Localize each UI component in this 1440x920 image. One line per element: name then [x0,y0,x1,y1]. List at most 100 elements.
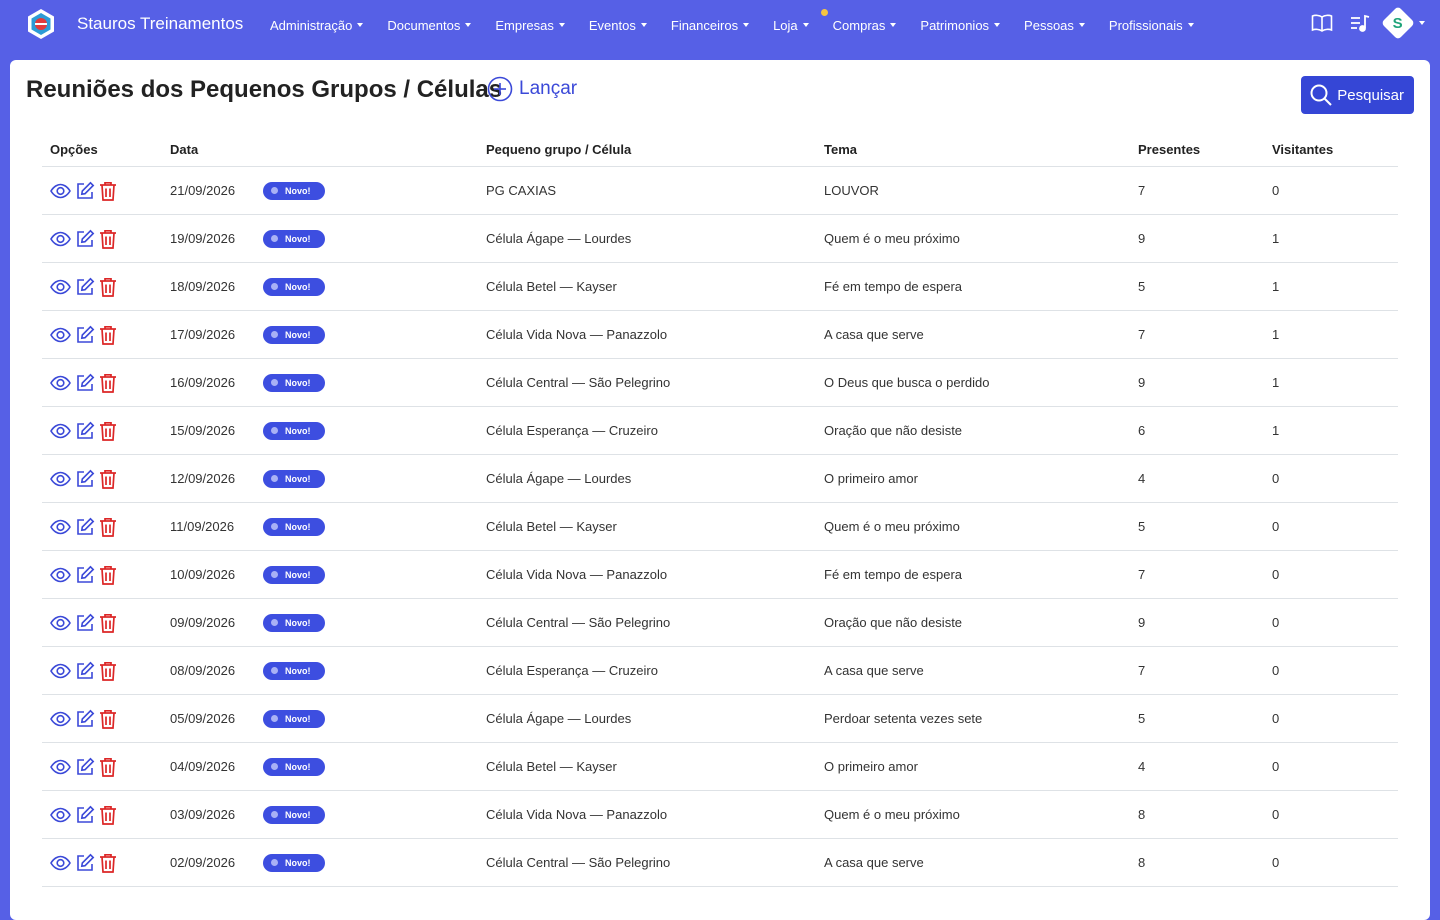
nav-item-empresas[interactable]: Empresas [495,18,565,33]
table-row: 08/09/2026 Novo! Célula Esperança — Cruz… [42,646,1398,695]
trash-icon[interactable] [99,853,117,873]
edit-icon[interactable] [75,565,95,585]
nav-item-financeiros[interactable]: Financeiros [671,18,750,33]
edit-icon[interactable] [75,421,95,441]
edit-icon[interactable] [75,613,95,633]
eye-icon[interactable] [50,327,71,343]
brand-name[interactable]: Stauros Treinamentos [77,14,243,34]
edit-icon[interactable] [75,805,95,825]
eye-icon[interactable] [50,375,71,391]
eye-icon[interactable] [50,183,71,199]
header-theme[interactable]: Tema [816,132,1130,167]
trash-icon[interactable] [99,661,117,681]
nav-item-eventos[interactable]: Eventos [589,18,647,33]
nav-label: Pessoas [1024,17,1074,33]
edit-icon[interactable] [75,325,95,345]
new-badge: Novo! [263,613,325,632]
row-date-cell: 03/09/2026 Novo! [162,790,478,839]
eye-icon[interactable] [50,711,71,727]
row-present: 8 [1130,838,1264,887]
header-group[interactable]: Pequeno grupo / Célula [478,132,816,167]
nav-item-documentos[interactable]: Documentos [387,18,472,33]
trash-icon[interactable] [99,421,117,441]
row-visitors: 0 [1264,598,1398,647]
trash-icon[interactable] [99,757,117,777]
header-date[interactable]: Data [162,132,478,167]
row-theme: O Deus que busca o perdido [816,358,1130,407]
row-group: Célula Vida Nova — Panazzolo [478,790,816,839]
nav-item-administracao[interactable]: Administração [270,18,364,33]
eye-icon[interactable] [50,471,71,487]
edit-icon[interactable] [75,709,95,729]
edit-icon[interactable] [75,757,95,777]
trash-icon[interactable] [99,325,117,345]
eye-icon[interactable] [50,663,71,679]
header-visitors[interactable]: Visitantes [1264,132,1398,167]
launch-button[interactable]: Lançar [487,76,577,102]
row-date: 08/09/2026 [170,663,236,678]
new-badge: Novo! [263,757,325,776]
new-badge: Novo! [263,181,325,200]
row-theme: Quem é o meu próximo [816,502,1130,551]
trash-icon[interactable] [99,613,117,633]
edit-icon[interactable] [75,277,95,297]
edit-icon[interactable] [75,229,95,249]
table-row: 09/09/2026 Novo! Célula Central — São Pe… [42,598,1398,647]
main-menu: Administração Documentos Empresas Evento… [270,0,1218,50]
search-button[interactable]: Pesquisar [1301,76,1414,114]
trash-icon[interactable] [99,469,117,489]
edit-icon[interactable] [75,661,95,681]
row-date: 19/09/2026 [170,231,236,246]
row-date: 21/09/2026 [170,183,236,198]
row-visitors: 0 [1264,838,1398,887]
eye-icon[interactable] [50,519,71,535]
eye-icon[interactable] [50,855,71,871]
row-date-cell: 21/09/2026 Novo! [162,166,478,215]
row-date: 03/09/2026 [170,807,236,822]
trash-icon[interactable] [99,517,117,537]
badge-dot [271,331,278,338]
row-date-cell: 15/09/2026 Novo! [162,406,478,455]
nav-item-compras[interactable]: Compras [820,8,897,33]
header-present[interactable]: Presentes [1130,132,1264,167]
row-group: Célula Central — São Pelegrino [478,598,816,647]
nav-item-patrimonios[interactable]: Patrimonios [920,18,1001,33]
trash-icon[interactable] [99,277,117,297]
brand-logo-icon[interactable] [25,8,57,40]
nav-item-profissionais[interactable]: Profissionais [1109,18,1194,33]
book-icon[interactable] [1309,10,1335,36]
edit-icon[interactable] [75,373,95,393]
row-theme: Fé em tempo de espera [816,262,1130,311]
eye-icon[interactable] [50,615,71,631]
nav-item-pessoas[interactable]: Pessoas [1024,18,1085,33]
row-theme: Oração que não desiste [816,598,1130,647]
row-group: Célula Central — São Pelegrino [478,358,816,407]
eye-icon[interactable] [50,231,71,247]
eye-icon[interactable] [50,807,71,823]
new-badge: Novo! [263,421,325,440]
nav-item-loja[interactable]: Loja [773,18,809,33]
row-date-cell: 12/09/2026 Novo! [162,454,478,503]
edit-icon[interactable] [75,853,95,873]
row-theme: A casa que serve [816,646,1130,695]
row-present: 9 [1130,358,1264,407]
row-theme: O primeiro amor [816,454,1130,503]
trash-icon[interactable] [99,565,117,585]
eye-icon[interactable] [50,423,71,439]
trash-icon[interactable] [99,709,117,729]
trash-icon[interactable] [99,181,117,201]
trash-icon[interactable] [99,229,117,249]
trash-icon[interactable] [99,373,117,393]
eye-icon[interactable] [50,759,71,775]
music-list-icon[interactable] [1347,10,1373,36]
edit-icon[interactable] [75,517,95,537]
eye-icon[interactable] [50,567,71,583]
caret-down-icon[interactable] [1419,21,1425,25]
row-options-cell [42,502,162,551]
trash-icon[interactable] [99,805,117,825]
eye-icon[interactable] [50,279,71,295]
edit-icon[interactable] [75,181,95,201]
edit-icon[interactable] [75,469,95,489]
new-badge: Novo! [263,805,325,824]
user-menu[interactable]: S [1381,6,1415,40]
